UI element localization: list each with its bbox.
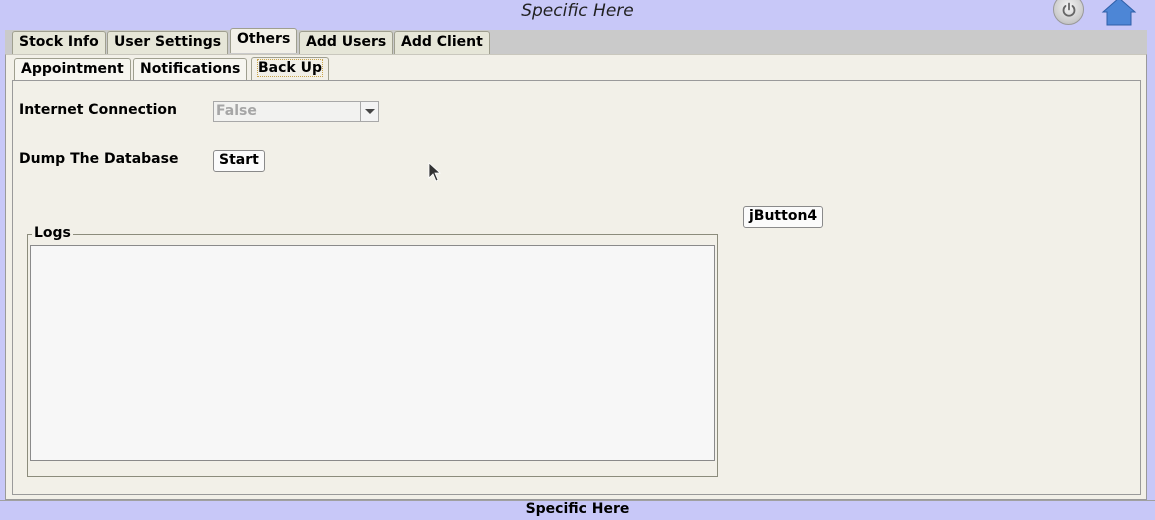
status-bar: Specific Here [0,500,1155,520]
tab-label: User Settings [114,34,222,50]
dump-database-label: Dump The Database [19,151,179,167]
tab-stock-info[interactable]: Stock Info [12,31,106,54]
internet-connection-select[interactable]: False [213,101,379,122]
tab-label: Add Client [401,34,483,50]
backup-panel: Internet Connection False Dump The Datab… [12,80,1141,495]
chevron-down-icon[interactable] [360,102,378,121]
logs-group: Logs [27,225,718,477]
tab-label: Add Users [306,34,387,50]
tab-notifications[interactable]: Notifications [133,58,248,81]
start-button[interactable]: Start [213,150,265,172]
main-tab-bar: Stock Info User Settings Others Add User… [5,28,1147,54]
tab-label: Appointment [21,61,124,77]
home-icon [1101,0,1137,26]
mouse-cursor-icon [428,162,442,182]
tab-label: Stock Info [19,34,99,50]
tab-label: Back Up [257,59,323,77]
tab-add-client[interactable]: Add Client [394,31,490,54]
window-title: Specific Here [521,1,634,21]
tab-add-users[interactable]: Add Users [299,31,394,54]
tab-user-settings[interactable]: User Settings [107,31,229,54]
tab-others[interactable]: Others [230,28,298,53]
tab-appointment[interactable]: Appointment [14,58,131,81]
tab-label: Notifications [140,61,241,77]
home-button[interactable] [1101,0,1137,30]
jbutton4-button[interactable]: jButton4 [743,206,824,228]
others-panel: Appointment Notifications Back Up Intern… [5,54,1147,500]
title-bar: Specific Here [0,0,1155,30]
logs-legend: Logs [32,225,73,241]
tab-label: Others [237,31,291,47]
status-text: Specific Here [525,501,630,517]
power-button[interactable] [1053,0,1084,25]
internet-connection-label: Internet Connection [19,102,177,118]
internet-connection-value: False [216,103,257,119]
logs-textarea[interactable] [30,245,715,461]
tab-back-up[interactable]: Back Up [251,57,329,82]
power-icon [1062,2,1076,17]
